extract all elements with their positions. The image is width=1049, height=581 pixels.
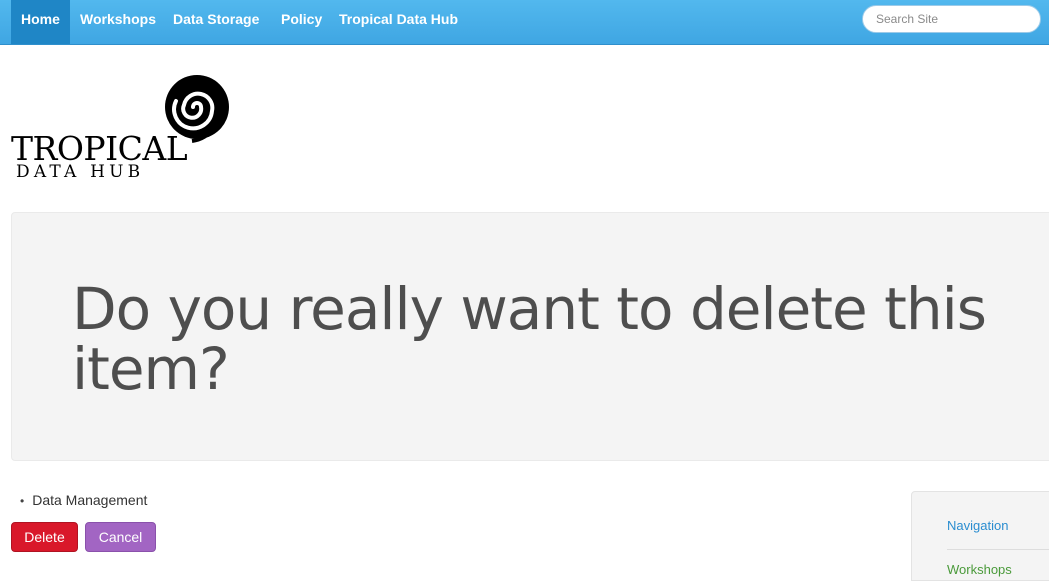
- nav-workshops[interactable]: Workshops: [70, 0, 166, 44]
- nav-tropical-data-hub[interactable]: Tropical Data Hub: [329, 0, 468, 44]
- logo-line2: DATA HUB: [16, 162, 144, 182]
- tropical-data-hub-logo-icon: TROPICAL DATA HUB: [11, 75, 229, 182]
- search-input[interactable]: [862, 5, 1041, 33]
- cancel-button[interactable]: Cancel: [85, 522, 156, 552]
- sidebar-item-workshops[interactable]: Workshops: [947, 562, 1012, 577]
- site-logo[interactable]: TROPICAL DATA HUB: [10, 70, 240, 182]
- breadcrumb-item[interactable]: Data Management: [20, 492, 147, 508]
- top-navbar: Home Workshops Data Storage Policy Tropi…: [0, 0, 1049, 45]
- delete-button[interactable]: Delete: [11, 522, 78, 552]
- nav-home[interactable]: Home: [11, 0, 70, 44]
- nav-data-storage[interactable]: Data Storage: [163, 0, 269, 44]
- breadcrumb: Data Management: [20, 492, 147, 508]
- hero-panel: Do you really want to delete this item?: [11, 212, 1049, 461]
- nav-policy[interactable]: Policy: [271, 0, 332, 44]
- sidebar-divider: [947, 549, 1049, 550]
- sidebar-navigation: Navigation Workshops: [911, 491, 1049, 581]
- sidebar-item-navigation[interactable]: Navigation: [947, 518, 1008, 533]
- page-title: Do you really want to delete this item?: [72, 275, 987, 403]
